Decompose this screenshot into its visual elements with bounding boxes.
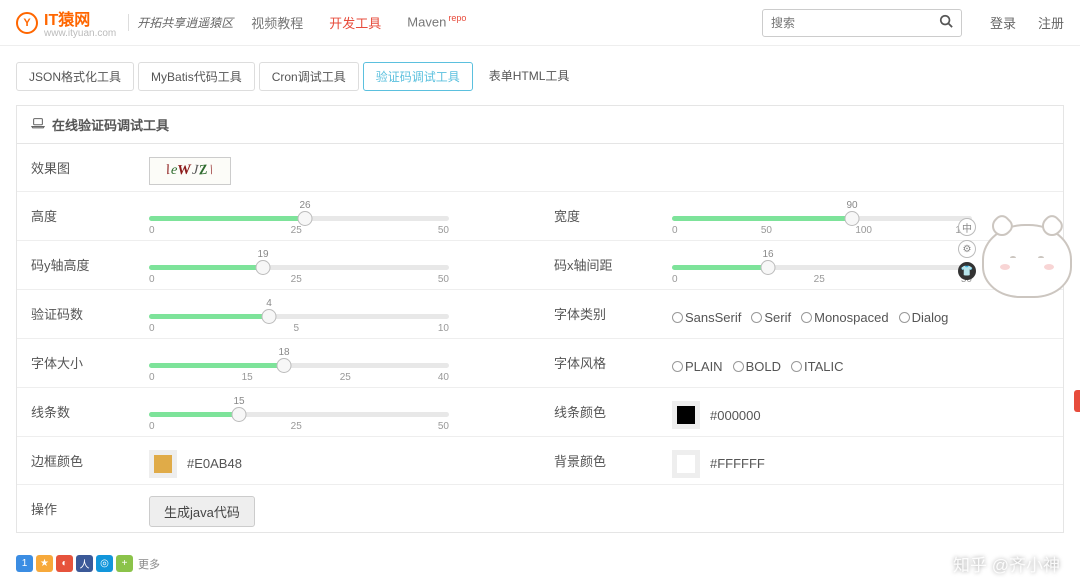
share-weibo-icon[interactable]: ◐ <box>56 555 73 572</box>
nav-video[interactable]: 视频教程 <box>251 13 303 32</box>
label-height: 高度 <box>17 192 135 240</box>
swatch-linecolor[interactable] <box>672 401 700 429</box>
slider-codey[interactable]: 19 02550 <box>149 251 449 285</box>
panel: 在线验证码调试工具 效果图 leWJZ\ 高度 26 02550 <box>16 105 1064 533</box>
radio-monospaced[interactable]: Monospaced <box>801 310 888 325</box>
content: JSON格式化工具 MyBatis代码工具 Cron调试工具 验证码调试工具 表… <box>0 46 1080 549</box>
label-bordercolor: 边框颜色 <box>17 437 135 484</box>
label-fontstyle: 字体风格 <box>540 339 658 387</box>
radio-bold[interactable]: BOLD <box>733 359 781 374</box>
slider-height[interactable]: 26 02550 <box>149 202 449 236</box>
tool-tabs: JSON格式化工具 MyBatis代码工具 Cron调试工具 验证码调试工具 表… <box>16 62 1064 91</box>
tab-json[interactable]: JSON格式化工具 <box>16 62 134 91</box>
share-more[interactable]: 更多 <box>138 556 160 572</box>
tab-formhtml[interactable]: 表单HTML工具 <box>477 62 582 91</box>
hex-bgcolor: #FFFFFF <box>710 456 765 471</box>
label-fontsize: 字体大小 <box>17 339 135 387</box>
radio-fontfamily: SansSerif Serif Monospaced Dialog <box>672 310 948 325</box>
label-preview: 效果图 <box>17 144 135 191</box>
generate-button[interactable]: 生成java代码 <box>149 496 255 527</box>
register-link[interactable]: 注册 <box>1038 13 1064 32</box>
radio-dialog[interactable]: Dialog <box>899 310 949 325</box>
label-codex: 码x轴间距 <box>540 241 658 289</box>
main-nav: 视频教程 开发工具 Mavenrepo <box>251 13 466 32</box>
slider-linecount[interactable]: 15 02550 <box>149 398 449 432</box>
nav-maven[interactable]: Mavenrepo <box>407 13 466 32</box>
label-linecount: 线条数 <box>17 388 135 436</box>
label-codecount: 验证码数 <box>17 290 135 338</box>
label-bgcolor: 背景颜色 <box>540 437 658 484</box>
tab-captcha[interactable]: 验证码调试工具 <box>363 62 473 91</box>
login-link[interactable]: 登录 <box>990 13 1016 32</box>
label-fontfamily: 字体类别 <box>540 290 658 338</box>
brand-slogan: 开拓共享逍遥猿区 <box>128 14 233 31</box>
swatch-bordercolor[interactable] <box>149 450 177 478</box>
brand-sub: www.ityuan.com <box>44 28 116 39</box>
laptop-icon <box>31 117 45 132</box>
label-width: 宽度 <box>540 192 658 240</box>
search-box[interactable] <box>762 9 962 37</box>
radio-fontstyle: PLAIN BOLD ITALIC <box>672 359 843 374</box>
captcha-preview: leWJZ\ <box>149 157 231 185</box>
side-tab[interactable] <box>1074 390 1080 412</box>
logo[interactable]: Y IT猿网 www.ityuan.com <box>16 6 116 39</box>
topbar: Y IT猿网 www.ityuan.com 开拓共享逍遥猿区 视频教程 开发工具… <box>0 0 1080 46</box>
share-bar: 1 ★ ◐ 人 ◎ + 更多 <box>0 549 1080 582</box>
tab-mybatis[interactable]: MyBatis代码工具 <box>138 62 255 91</box>
swatch-bgcolor[interactable] <box>672 450 700 478</box>
panel-header: 在线验证码调试工具 <box>17 106 1063 144</box>
radio-plain[interactable]: PLAIN <box>672 359 723 374</box>
tab-cron[interactable]: Cron调试工具 <box>259 62 359 91</box>
radio-serif[interactable]: Serif <box>751 310 791 325</box>
panel-title: 在线验证码调试工具 <box>52 115 169 134</box>
slider-width[interactable]: 90 050100150 <box>672 202 972 236</box>
slider-fontsize[interactable]: 18 0152540 <box>149 349 449 383</box>
hex-linecolor: #000000 <box>710 408 761 423</box>
share-qq-icon[interactable]: ★ <box>36 555 53 572</box>
slider-codex[interactable]: 16 02550 <box>672 251 972 285</box>
search-input[interactable] <box>771 16 939 30</box>
label-linecolor: 线条颜色 <box>540 388 658 436</box>
slider-codecount[interactable]: 4 0510 <box>149 300 449 334</box>
search-icon[interactable] <box>939 14 953 31</box>
label-codey: 码y轴高度 <box>17 241 135 289</box>
hex-bordercolor: #E0AB48 <box>187 456 242 471</box>
share-add-icon[interactable]: + <box>116 555 133 572</box>
radio-italic[interactable]: ITALIC <box>791 359 844 374</box>
share-renren-icon[interactable]: 人 <box>76 555 93 572</box>
auth-links: 登录 注册 <box>990 13 1064 32</box>
brand-name: IT猿网 <box>44 6 116 30</box>
label-action: 操作 <box>17 485 135 532</box>
nav-devtools[interactable]: 开发工具 <box>329 13 381 32</box>
logo-icon: Y <box>16 12 38 34</box>
share-qzone-icon[interactable]: 1 <box>16 555 33 572</box>
share-douban-icon[interactable]: ◎ <box>96 555 113 572</box>
radio-sansserif[interactable]: SansSerif <box>672 310 741 325</box>
